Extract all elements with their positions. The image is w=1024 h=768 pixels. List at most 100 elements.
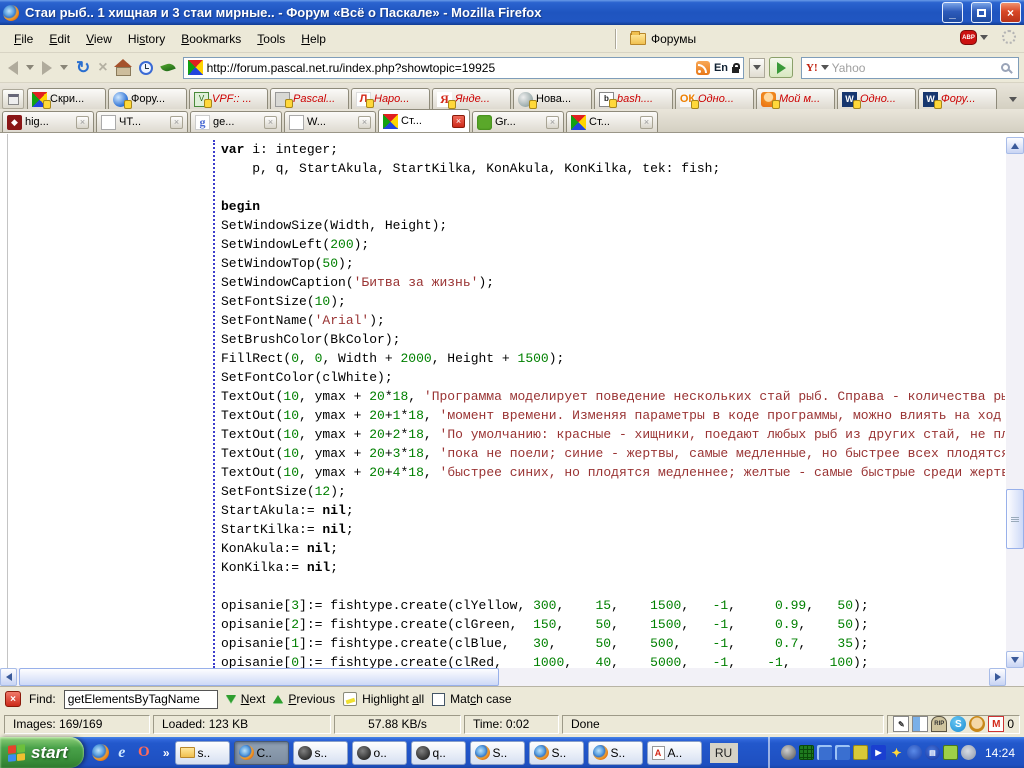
task-button[interactable]: s.. [293, 741, 348, 765]
vertical-scroll-thumb[interactable] [1006, 489, 1024, 549]
maximize-button[interactable] [971, 2, 992, 23]
wand-tray-icon[interactable]: ✦ [889, 745, 904, 760]
tab-close-button[interactable]: × [170, 116, 183, 129]
all-tabs-button[interactable] [2, 89, 24, 109]
scroll-down-button[interactable] [1006, 651, 1024, 668]
tab[interactable]: Мой м... [756, 88, 835, 109]
task-button[interactable]: o.. [352, 741, 407, 765]
green-grid-tray-icon[interactable] [799, 745, 814, 760]
tab-close-button[interactable]: × [358, 116, 371, 129]
green-app-tray-icon[interactable] [943, 745, 958, 760]
network-tray-icon[interactable] [817, 745, 832, 760]
language-indicator[interactable]: RU [710, 743, 738, 763]
task-button[interactable]: S.. [470, 741, 525, 765]
vertical-scrollbar[interactable] [1006, 137, 1024, 668]
rip-icon[interactable]: RIP [931, 716, 947, 732]
tab[interactable]: gge...× [190, 111, 282, 132]
quick-launch-chevron[interactable]: » [163, 746, 170, 760]
highlight-all-button[interactable]: Highlight all [343, 692, 424, 706]
url-history-dropdown[interactable] [749, 58, 765, 78]
rss-feed-icon[interactable] [696, 61, 710, 75]
forward-button[interactable] [39, 56, 55, 80]
monkey-icon[interactable] [969, 716, 985, 732]
tab[interactable]: bbash.... [594, 88, 673, 109]
horizontal-scrollbar[interactable] [0, 668, 1006, 686]
search-bar[interactable]: Y! [801, 57, 1019, 79]
minimize-button[interactable]: _ [942, 2, 963, 23]
tab[interactable]: Pascal... [270, 88, 349, 109]
opera-launch-icon[interactable]: O [135, 744, 153, 762]
menu-help[interactable]: Help [293, 27, 334, 51]
tab[interactable]: ЛНаро... [351, 88, 430, 109]
tab[interactable]: Скри... [27, 88, 106, 109]
search-icon[interactable] [1001, 63, 1010, 72]
forward-dropdown[interactable] [57, 56, 71, 80]
find-close-button[interactable]: × [5, 691, 21, 707]
task-button[interactable]: AA.. [647, 741, 702, 765]
scroll-right-button[interactable] [989, 668, 1006, 686]
task-button[interactable]: q.. [411, 741, 466, 765]
task-button[interactable]: s.. [175, 741, 230, 765]
back-button[interactable] [5, 56, 21, 80]
tab[interactable]: ОКОдно... [675, 88, 754, 109]
sphere-arrow-tray-icon[interactable] [781, 745, 796, 760]
scroll-up-button[interactable] [1006, 137, 1024, 154]
home-button[interactable] [113, 56, 134, 80]
tab[interactable]: WФору... [918, 88, 997, 109]
menu-view[interactable]: View [78, 27, 120, 51]
menu-bookmarks[interactable]: Bookmarks [173, 27, 249, 51]
tab[interactable]: W...× [284, 111, 376, 132]
tab[interactable]: ЧТ...× [96, 111, 188, 132]
reload-button[interactable]: ↻ [73, 56, 93, 80]
menu-edit[interactable]: Edit [41, 27, 78, 51]
go-button[interactable] [769, 57, 793, 78]
tab-close-button[interactable]: × [452, 115, 465, 128]
mail-icon[interactable]: M [988, 716, 1004, 732]
tab[interactable]: ◆hig...× [2, 111, 94, 132]
close-button[interactable]: × [1000, 2, 1021, 23]
search-input[interactable] [832, 61, 998, 75]
find-previous-button[interactable]: Previous [273, 692, 335, 706]
find-input[interactable] [64, 690, 218, 709]
horizontal-scroll-thumb[interactable] [19, 668, 499, 686]
tab-close-button[interactable]: × [264, 116, 277, 129]
tab-close-button[interactable]: × [640, 116, 653, 129]
ie-launch-icon[interactable]: e [113, 744, 131, 762]
search-engine-dropdown[interactable] [821, 65, 829, 74]
bookmarks-folder-button[interactable]: Форумы [624, 28, 702, 50]
history-button[interactable] [136, 56, 156, 80]
tab-active[interactable]: Ст...× [378, 109, 470, 132]
columns-icon[interactable] [912, 716, 928, 732]
skype-icon[interactable]: S [950, 716, 966, 732]
menu-file[interactable]: File [6, 27, 41, 51]
blue-a-tray-icon[interactable] [907, 745, 922, 760]
scroll-left-button[interactable] [0, 668, 17, 686]
yellow-app-tray-icon[interactable] [853, 745, 868, 760]
extension-button[interactable] [158, 56, 178, 80]
menu-tools[interactable]: Tools [249, 27, 293, 51]
tab[interactable]: Нова... [513, 88, 592, 109]
edit-icon[interactable]: ✎ [893, 716, 909, 732]
stop-button[interactable]: × [95, 56, 110, 80]
back-dropdown[interactable] [23, 56, 37, 80]
gray-swirl-tray-icon[interactable] [961, 745, 976, 760]
tab[interactable]: VVPF:: ... [189, 88, 268, 109]
tab[interactable]: WОдно... [837, 88, 916, 109]
adblock-button[interactable]: ABP [960, 30, 988, 45]
tab-close-button[interactable]: × [546, 116, 559, 129]
find-next-button[interactable]: Next [226, 692, 266, 706]
tab[interactable]: Gr...× [472, 111, 564, 132]
tab[interactable]: Фору... [108, 88, 187, 109]
tab[interactable]: ЯЯнде... [432, 88, 511, 109]
task-button-active[interactable]: C.. [234, 741, 289, 765]
network-tray-icon[interactable] [835, 745, 850, 760]
tab-list-dropdown[interactable] [1004, 89, 1022, 109]
match-case-checkbox[interactable]: Match case [432, 692, 511, 706]
address-bar[interactable]: http://forum.pascal.net.ru/index.php?sho… [183, 57, 744, 79]
task-button[interactable]: S.. [529, 741, 584, 765]
tab[interactable]: Ст...× [566, 111, 658, 132]
firefox-launch-icon[interactable] [92, 744, 109, 761]
blue-doc-tray-icon[interactable]: ▤ [925, 745, 940, 760]
menu-history[interactable]: History [120, 27, 173, 51]
tab-close-button[interactable]: × [76, 116, 89, 129]
